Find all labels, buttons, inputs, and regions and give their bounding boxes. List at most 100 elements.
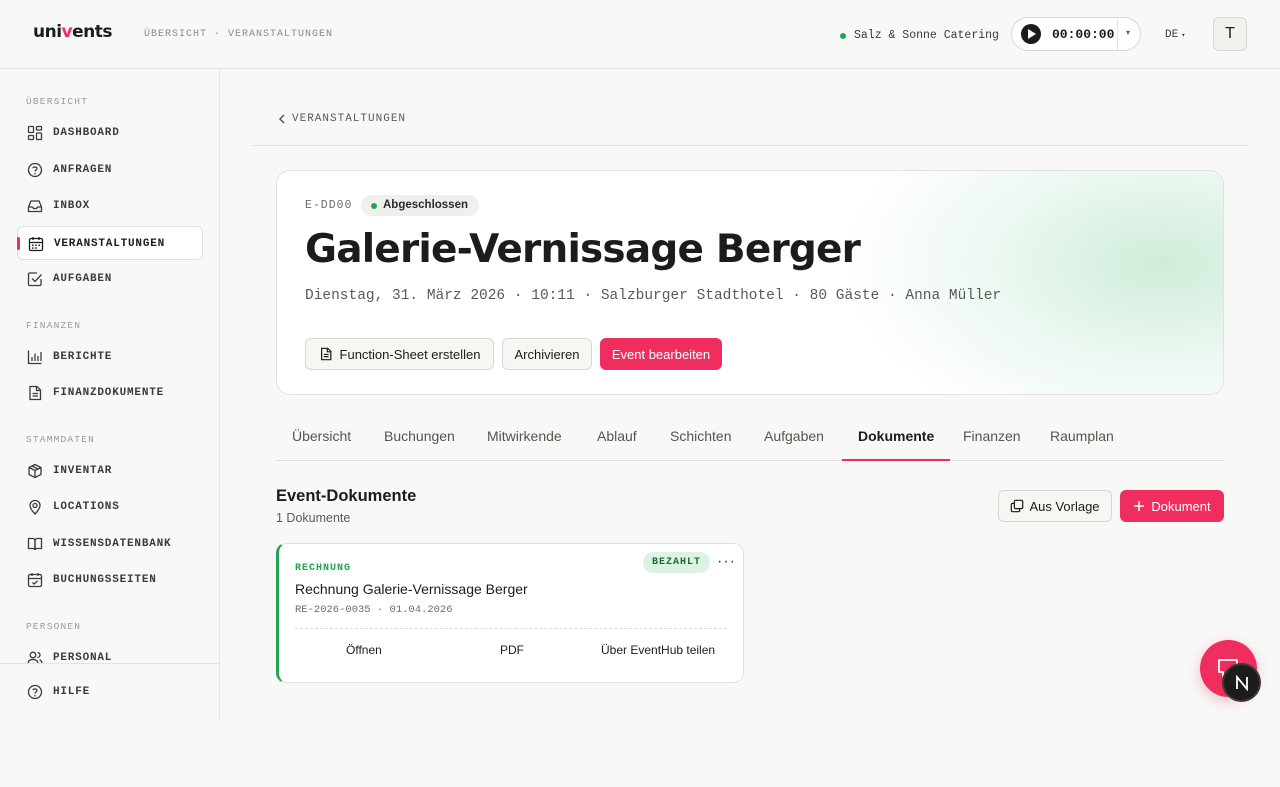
tab-mitwirkende[interactable]: Mitwirkende — [471, 412, 578, 460]
sidebar-item-label: BUCHUNGSSEITEN — [53, 574, 157, 586]
sidebar-item-berichte[interactable]: BERICHTE — [17, 340, 203, 374]
button-label: Function-Sheet erstellen — [339, 346, 481, 362]
logo-text-suffix: ents — [72, 22, 113, 42]
play-icon — [1028, 29, 1036, 39]
chevron-down-icon: ▾ — [1181, 32, 1186, 40]
sidebar-item-buchungsseiten[interactable]: BUCHUNGSSEITEN — [17, 563, 203, 597]
button-label: Dokument — [1151, 498, 1211, 514]
section-title: Event-Dokumente — [276, 487, 417, 505]
sidebar-item-aufgaben[interactable]: AUFGABEN — [17, 262, 203, 296]
company-selector[interactable]: Salz & Sonne Catering — [840, 29, 999, 42]
document-icon — [29, 385, 42, 401]
document-icon — [320, 347, 331, 361]
tab-schichten[interactable]: Schichten — [654, 412, 747, 460]
divider — [252, 145, 1248, 146]
sidebar-section-title: FINANZEN — [26, 320, 82, 331]
calendar-icon — [28, 237, 44, 252]
share-eventhub-button[interactable]: Über EventHub teilen — [601, 643, 715, 657]
card-divider — [295, 628, 727, 629]
calendar-check-icon — [27, 573, 43, 588]
n-logo-icon — [1235, 674, 1248, 691]
event-header-card: E-DD00 Abgeschlossen Galerie-Vernissage … — [276, 170, 1224, 395]
sidebar-item-label: INVENTAR — [53, 465, 113, 477]
payment-status-badge: BEZAHLT — [643, 552, 711, 573]
bar-chart-icon — [27, 350, 42, 365]
chevron-left-icon — [278, 114, 285, 124]
status-badge: Abgeschlossen — [361, 195, 479, 216]
sidebar-item-label: HILFE — [53, 686, 91, 698]
button-label: Event bearbeiten — [611, 346, 711, 362]
copy-icon — [1011, 499, 1024, 513]
sidebar-item-anfragen[interactable]: ANFRAGEN — [17, 153, 203, 187]
n-app-badge[interactable] — [1222, 663, 1261, 702]
button-label: Archivieren — [514, 346, 580, 362]
tab-ablauf[interactable]: Ablauf — [581, 412, 653, 460]
sidebar-section-title: STAMMDATEN — [26, 434, 96, 445]
box-icon — [28, 463, 42, 479]
sidebar-item-dashboard[interactable]: DASHBOARD — [17, 116, 203, 150]
tab-uebersicht[interactable]: Übersicht — [276, 412, 367, 460]
tab-bar: Übersicht Buchungen Mitwirkende Ablauf S… — [276, 412, 1224, 461]
logo[interactable]: univents — [33, 22, 113, 42]
timer-dropdown-icon[interactable]: ▾ — [1126, 28, 1130, 37]
add-document-button[interactable]: Dokument — [1120, 490, 1224, 522]
decorative-glow — [837, 171, 1223, 394]
sidebar-item-label: VERANSTALTUNGEN — [54, 238, 166, 250]
tab-buchungen[interactable]: Buchungen — [368, 412, 471, 460]
sidebar-item-label: FINANZDOKUMENTE — [53, 387, 165, 399]
time-tracker: 00:00:00 ▾ — [1011, 17, 1141, 51]
book-icon — [27, 537, 43, 551]
pdf-button[interactable]: PDF — [500, 643, 524, 657]
play-button[interactable] — [1021, 24, 1041, 44]
edit-event-button[interactable]: Event bearbeiten — [600, 338, 722, 370]
inbox-icon — [27, 200, 43, 213]
language-selector[interactable]: DE ▾ — [1165, 29, 1185, 41]
sidebar-item-locations[interactable]: LOCATIONS — [17, 490, 203, 524]
question-icon — [27, 162, 43, 178]
dashboard-icon — [27, 125, 43, 141]
tab-aufgaben[interactable]: Aufgaben — [748, 412, 840, 460]
tab-raumplan[interactable]: Raumplan — [1034, 412, 1130, 460]
more-options-icon[interactable]: ··· — [717, 553, 736, 571]
help-icon — [27, 684, 43, 700]
document-count: 1 Dokumente — [276, 511, 351, 525]
back-link-label: VERANSTALTUNGEN — [292, 113, 407, 125]
company-name: Salz & Sonne Catering — [854, 29, 999, 42]
location-pin-icon — [29, 499, 41, 515]
sidebar-item-hilfe[interactable]: HILFE — [17, 675, 203, 709]
language-code: DE — [1165, 29, 1179, 41]
checkbox-icon — [27, 272, 42, 287]
from-template-button[interactable]: Aus Vorlage — [998, 490, 1112, 522]
back-link[interactable]: VERANSTALTUNGEN — [278, 113, 406, 125]
sidebar-item-label: LOCATIONS — [53, 501, 120, 513]
function-sheet-button[interactable]: Function-Sheet erstellen — [305, 338, 494, 370]
sidebar-item-inventar[interactable]: INVENTAR — [17, 454, 203, 488]
sidebar-item-veranstaltungen[interactable]: VERANSTALTUNGEN — [17, 226, 203, 260]
sidebar-item-label: AUFGABEN — [53, 273, 113, 285]
sidebar-item-label: WISSENSDATENBANK — [53, 538, 172, 550]
page-title: Galerie-Vernissage Berger — [305, 227, 861, 272]
archive-button[interactable]: Archivieren — [502, 338, 592, 370]
sidebar-item-label: BERICHTE — [53, 351, 113, 363]
sidebar-item-label: ANFRAGEN — [53, 164, 113, 176]
sidebar: ÜBERSICHT DASHBOARD ANFRAGEN INBOX VERAN… — [0, 69, 220, 720]
document-title: Rechnung Galerie-Vernissage Berger — [295, 581, 528, 597]
document-reference: RE-2026-0035 · 01.04.2026 — [295, 604, 453, 616]
sidebar-item-label: INBOX — [53, 200, 91, 212]
sidebar-footer: HILFE — [0, 663, 219, 720]
sidebar-section-title: ÜBERSICHT — [26, 96, 89, 107]
user-avatar-button[interactable]: T — [1213, 17, 1247, 51]
top-breadcrumb: ÜBERSICHT · VERANSTALTUNGEN — [144, 29, 334, 40]
event-meta: Dienstag, 31. März 2026 · 10:11 · Salzbu… — [305, 288, 1002, 304]
sidebar-item-wissensdatenbank[interactable]: WISSENSDATENBANK — [17, 527, 203, 561]
timer-divider — [1117, 18, 1118, 50]
open-document-button[interactable]: Öffnen — [346, 643, 382, 657]
sidebar-item-inbox[interactable]: INBOX — [17, 189, 203, 223]
top-bar: univents ÜBERSICHT · VERANSTALTUNGEN Sal… — [0, 0, 1280, 69]
online-status-dot — [840, 32, 846, 39]
sidebar-item-finanzdokumente[interactable]: FINANZDOKUMENTE — [17, 376, 203, 410]
tab-dokumente[interactable]: Dokumente — [842, 412, 951, 461]
tab-finanzen[interactable]: Finanzen — [947, 412, 1037, 460]
document-card[interactable]: RECHNUNG BEZAHLT ··· Rechnung Galerie-Ve… — [276, 543, 744, 683]
button-label: Aus Vorlage — [1029, 498, 1100, 514]
